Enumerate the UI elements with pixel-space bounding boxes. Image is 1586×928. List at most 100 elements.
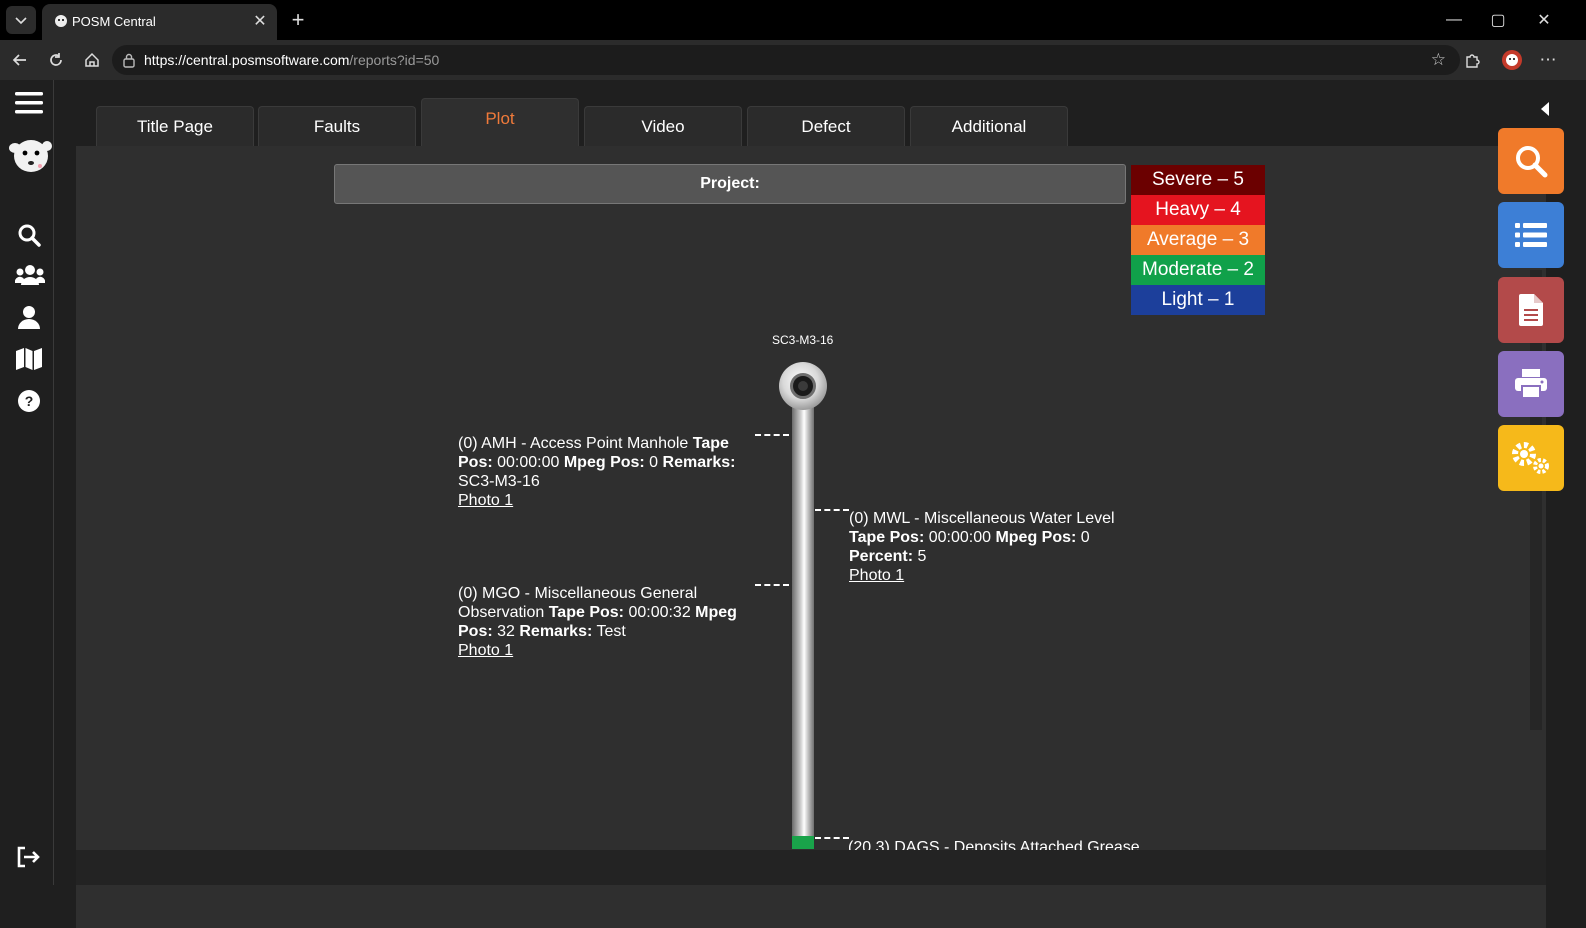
url-path: /reports?id=50 bbox=[349, 52, 440, 68]
extensions-button[interactable] bbox=[1460, 48, 1484, 72]
tab-additional[interactable]: Additional bbox=[910, 106, 1068, 146]
photo-link-mwl[interactable]: Photo 1 bbox=[849, 566, 1141, 585]
user-icon bbox=[18, 306, 40, 329]
list-button[interactable] bbox=[1498, 202, 1564, 268]
profile-button[interactable] bbox=[1500, 48, 1524, 72]
tab-defect[interactable]: Defect bbox=[747, 106, 905, 146]
url-host: https://central.posmsoftware.com bbox=[144, 52, 350, 68]
manhole-node[interactable] bbox=[779, 362, 827, 410]
browser-tab-title: POSM Central bbox=[72, 14, 156, 29]
project-header: Project: bbox=[334, 164, 1126, 204]
mpeg-pos-value: 0 bbox=[644, 454, 663, 471]
home-icon bbox=[85, 52, 99, 67]
address-bar[interactable]: https://central.posmsoftware.com/reports… bbox=[112, 45, 1460, 75]
help-icon: ? bbox=[18, 390, 40, 412]
mpeg-pos-label: Mpeg Pos: bbox=[563, 454, 645, 471]
print-button[interactable] bbox=[1498, 351, 1564, 417]
nav-users[interactable] bbox=[14, 260, 46, 290]
search-button[interactable] bbox=[1498, 128, 1564, 194]
url-text: https://central.posmsoftware.com/reports… bbox=[144, 52, 439, 68]
legend-average: Average – 3 bbox=[1131, 225, 1265, 255]
puzzle-icon bbox=[1466, 54, 1480, 68]
tape-pos-value: 00:00:00 bbox=[924, 529, 996, 546]
home-button[interactable] bbox=[80, 48, 104, 72]
list-icon bbox=[1515, 223, 1547, 247]
remarks-label: Remarks: bbox=[519, 623, 593, 640]
document-icon bbox=[1519, 294, 1543, 326]
mpeg-pos-value: 32 bbox=[492, 623, 520, 640]
collapse-sidebar-button[interactable] bbox=[1540, 102, 1556, 118]
hamburger-menu-icon bbox=[15, 92, 43, 114]
tape-pos-value: 00:00:32 bbox=[624, 604, 696, 621]
mpeg-pos-label: Mpeg Pos: bbox=[995, 529, 1077, 546]
settings-button[interactable] bbox=[1498, 425, 1564, 491]
tab-list-button[interactable] bbox=[6, 6, 36, 34]
manhole-label: SC3-M3-16 bbox=[772, 333, 834, 347]
report-button[interactable] bbox=[1498, 277, 1564, 343]
observation-amh: (0) AMH - Access Point Manhole Tape Pos:… bbox=[458, 434, 758, 510]
reload-button[interactable] bbox=[44, 48, 68, 72]
possum-logo bbox=[6, 136, 52, 176]
tab-plot[interactable]: Plot bbox=[421, 98, 579, 146]
logout-icon bbox=[17, 846, 40, 868]
nav-logout[interactable] bbox=[14, 842, 44, 872]
photo-link-mgo[interactable]: Photo 1 bbox=[458, 641, 758, 660]
mpeg-pos-value: 0 bbox=[1076, 529, 1090, 546]
manhole-opening-center bbox=[798, 381, 808, 391]
printer-icon bbox=[1515, 369, 1547, 399]
back-button[interactable] bbox=[8, 48, 32, 72]
legend-moderate: Moderate – 2 bbox=[1131, 255, 1265, 285]
nav-help[interactable]: ? bbox=[14, 386, 44, 416]
tab-title-page[interactable]: Title Page bbox=[96, 106, 254, 146]
settings-icon bbox=[1512, 442, 1549, 474]
chevron-down-icon bbox=[15, 17, 27, 25]
close-tab-icon[interactable]: ✕ bbox=[251, 12, 269, 30]
observation-mwl-lead: (0) MWL - Miscellaneous Water Level bbox=[849, 510, 1115, 527]
photo-link-amh[interactable]: Photo 1 bbox=[458, 491, 758, 510]
new-tab-button[interactable]: + bbox=[286, 7, 310, 32]
observation-dags: (20.3) DAGS - Deposits Attached Grease bbox=[848, 839, 1140, 850]
close-window-button[interactable]: ✕ bbox=[1524, 6, 1564, 34]
observation-amh-lead: (0) AMH - Access Point Manhole bbox=[458, 435, 693, 452]
users-icon bbox=[15, 265, 45, 285]
map-icon bbox=[16, 348, 42, 370]
possum-logo-icon bbox=[9, 140, 52, 172]
observation-leader-mgo bbox=[755, 584, 789, 586]
caret-left-icon bbox=[1541, 102, 1549, 116]
percent-label: Percent: bbox=[849, 548, 914, 565]
observation-leader-dags bbox=[815, 837, 849, 839]
remarks-value: SC3-M3-16 bbox=[458, 473, 540, 490]
tab-video[interactable]: Video bbox=[584, 106, 742, 146]
hamburger-menu-button[interactable] bbox=[14, 88, 44, 118]
legend-light: Light – 1 bbox=[1131, 285, 1265, 315]
app-root: ? Title Page Faults Plot Video Defect Ad… bbox=[0, 80, 1586, 928]
minimize-button[interactable]: — bbox=[1434, 6, 1474, 34]
lock-icon bbox=[123, 53, 135, 68]
observation-mwl: (0) MWL - Miscellaneous Water Level Tape … bbox=[849, 509, 1141, 585]
search-icon bbox=[18, 224, 41, 247]
search-icon bbox=[1516, 146, 1548, 178]
severity-legend: Severe – 5 Heavy – 4 Average – 3 Moderat… bbox=[1131, 165, 1265, 315]
pipe-defect-moderate-marker bbox=[792, 836, 814, 849]
nav-map[interactable] bbox=[14, 344, 44, 374]
back-arrow-icon bbox=[12, 54, 26, 66]
nav-user[interactable] bbox=[14, 302, 44, 332]
observation-leader-amh bbox=[755, 434, 789, 436]
more-menu-button[interactable]: ⋯ bbox=[1536, 48, 1560, 72]
nav-search[interactable] bbox=[14, 220, 44, 250]
favorite-star-icon[interactable]: ☆ bbox=[1431, 50, 1446, 70]
legend-severe: Severe – 5 bbox=[1131, 165, 1265, 195]
svg-text:?: ? bbox=[25, 393, 34, 409]
remarks-label: Remarks: bbox=[662, 454, 736, 471]
maximize-button[interactable]: ▢ bbox=[1478, 6, 1518, 34]
possum-favicon-icon bbox=[55, 15, 67, 27]
percent-value: 5 bbox=[913, 548, 927, 565]
more-dots-icon: ⋯ bbox=[1539, 50, 1557, 69]
legend-heavy: Heavy – 4 bbox=[1131, 195, 1265, 225]
reload-icon bbox=[50, 53, 62, 66]
remarks-value: Test bbox=[592, 623, 626, 640]
horizontal-scrollbar[interactable] bbox=[76, 850, 1546, 885]
profile-avatar-icon bbox=[1502, 50, 1522, 70]
tab-faults[interactable]: Faults bbox=[258, 106, 416, 146]
browser-tab-active[interactable]: POSM Central ✕ bbox=[42, 4, 277, 40]
